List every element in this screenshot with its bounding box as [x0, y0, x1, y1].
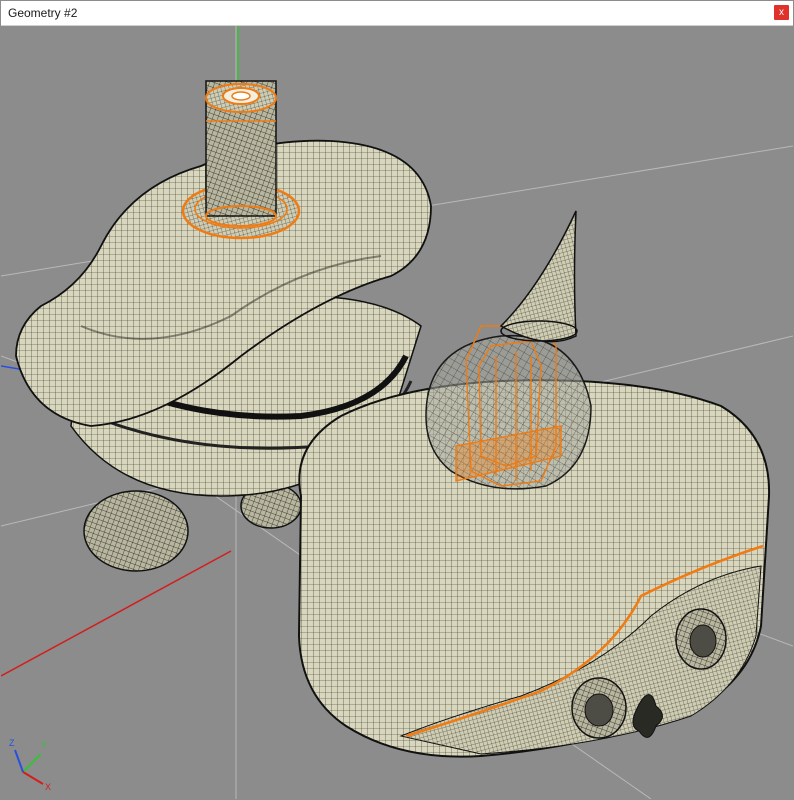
3d-viewport[interactable]: Y Z X: [1, 26, 793, 799]
close-button[interactable]: x: [774, 5, 789, 20]
window-title: Geometry #2: [8, 6, 78, 20]
right-head-mesh: [297, 210, 771, 758]
triad-z-label: Z: [9, 738, 15, 748]
close-icon: x: [779, 7, 784, 18]
axis-x-line: [1, 550, 232, 677]
triad-x-label: X: [45, 782, 51, 792]
axis-triad-icon: Y Z X: [9, 738, 51, 792]
viewport-canvas[interactable]: Y Z X: [1, 26, 793, 799]
triad-y-label: Y: [41, 740, 47, 750]
geometry-window: Geometry #2 x Y Z X: [0, 0, 794, 800]
title-bar[interactable]: Geometry #2 x: [1, 1, 793, 26]
